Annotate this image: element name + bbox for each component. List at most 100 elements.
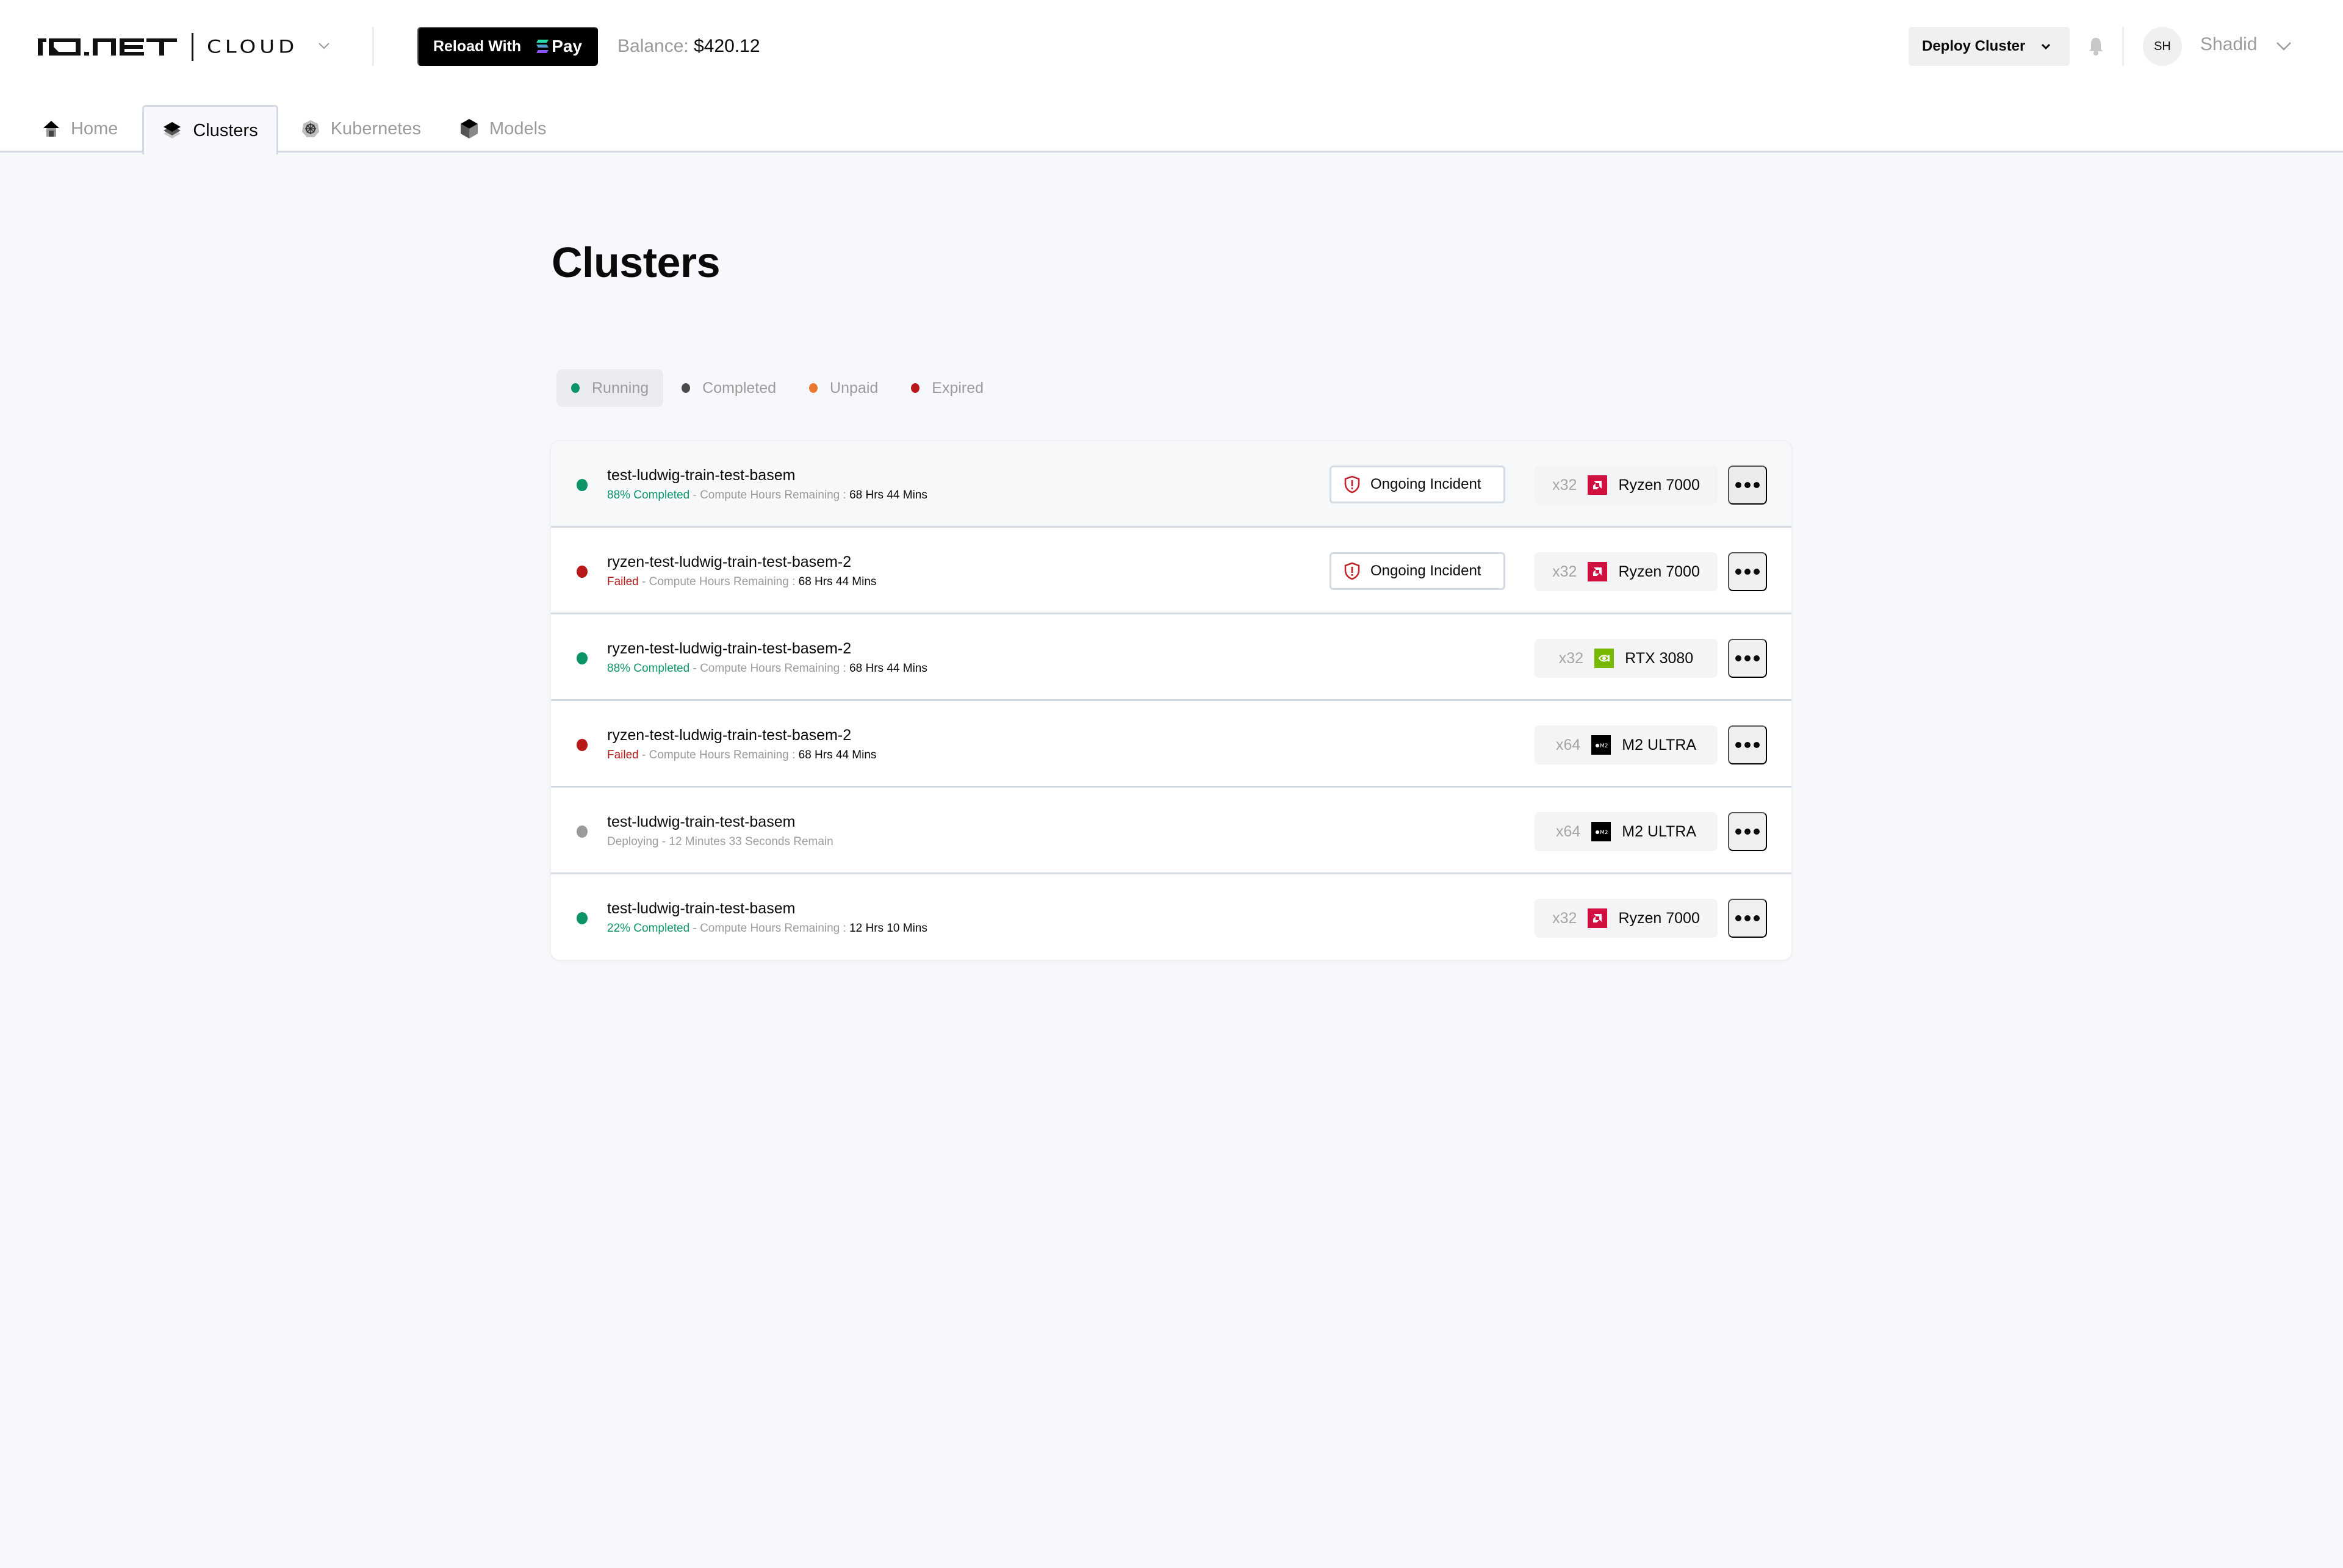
tab-clusters[interactable]: Clusters xyxy=(142,105,278,156)
incident-label: Ongoing Incident xyxy=(1370,563,1481,579)
compute-hours-remaining: 68 Hrs 44 Mins xyxy=(798,575,877,588)
cluster-row[interactable]: test-ludwig-train-test-basem 22% Complet… xyxy=(551,874,1791,960)
tab-home[interactable]: Home xyxy=(38,105,123,153)
deploy-cluster-label: Deploy Cluster xyxy=(1922,38,2026,54)
cluster-row[interactable]: ryzen-test-ludwig-train-test-basem-2 Fai… xyxy=(551,528,1791,614)
more-options-button[interactable] xyxy=(1728,552,1767,591)
more-dot-icon xyxy=(1744,915,1751,921)
more-dot-icon xyxy=(1754,569,1760,575)
cluster-row[interactable]: ryzen-test-ludwig-train-test-basem-2 Fai… xyxy=(551,701,1791,788)
status-dot-icon xyxy=(571,383,580,393)
top-bar: CLOUD Reload With Pay Balance: $420.12 D… xyxy=(0,0,2343,156)
hardware-badge: x64 M2 M2 ULTRA xyxy=(1535,812,1718,851)
amd-logo-icon xyxy=(1588,908,1608,928)
compute-hours-remaining: 68 Hrs 44 Mins xyxy=(849,489,927,502)
nvidia-logo-icon xyxy=(1594,649,1614,668)
tab-kubernetes-label: Kubernetes xyxy=(330,118,422,138)
compute-hours-remaining: 12 Hrs 10 Mins xyxy=(849,922,927,935)
device-count: x32 xyxy=(1552,909,1577,927)
more-options-button[interactable] xyxy=(1728,639,1767,678)
reload-with-pay-button[interactable]: Reload With Pay xyxy=(417,27,598,66)
notifications-bell-icon[interactable] xyxy=(2088,37,2104,59)
apple-logo-icon: M2 xyxy=(1591,822,1611,841)
balance: Balance: $420.12 xyxy=(617,33,760,60)
status-dot-icon xyxy=(577,566,588,578)
more-options-button[interactable] xyxy=(1728,466,1767,505)
hardware-model: Ryzen 7000 xyxy=(1618,476,1700,494)
status-dot-icon xyxy=(809,383,818,393)
cluster-name[interactable]: ryzen-test-ludwig-train-test-basem-2 xyxy=(607,727,851,744)
filter-expired[interactable]: Expired xyxy=(896,369,998,407)
cluster-name[interactable]: test-ludwig-train-test-basem xyxy=(607,467,795,484)
tab-clusters-label: Clusters xyxy=(193,120,258,140)
hardware-badge: x32 Ryzen 7000 xyxy=(1535,899,1718,938)
compute-hours-label: - Compute Hours Remaining : xyxy=(638,749,799,761)
header-divider xyxy=(372,27,374,66)
filter-running[interactable]: Running xyxy=(556,369,664,407)
device-count: x64 xyxy=(1555,822,1581,840)
more-dot-icon xyxy=(1735,742,1741,748)
product-switcher-chevron-icon[interactable] xyxy=(316,38,332,54)
status-dot-icon xyxy=(577,739,588,751)
tab-home-label: Home xyxy=(71,118,118,138)
compute-hours-label: - Compute Hours Remaining : xyxy=(689,662,850,675)
filter-completed[interactable]: Completed xyxy=(667,369,791,407)
cluster-row[interactable]: test-ludwig-train-test-basem Deploying -… xyxy=(551,788,1791,874)
user-menu-chevron-icon[interactable] xyxy=(2275,38,2293,57)
more-dot-icon xyxy=(1735,569,1741,575)
cluster-status-line: Failed - Compute Hours Remaining : 68 Hr… xyxy=(607,749,876,762)
cluster-status-line: 88% Completed - Compute Hours Remaining … xyxy=(607,489,927,502)
layers-icon xyxy=(162,121,182,140)
more-dot-icon xyxy=(1735,915,1741,921)
filter-label: Running xyxy=(592,379,649,397)
deploy-cluster-button[interactable]: Deploy Cluster xyxy=(1909,27,2070,66)
hardware-model: M2 ULTRA xyxy=(1622,822,1697,840)
cluster-status-text: 88% Completed xyxy=(607,489,690,502)
status-dot-icon xyxy=(577,479,588,491)
more-options-button[interactable] xyxy=(1728,899,1767,938)
cluster-name[interactable]: test-ludwig-train-test-basem xyxy=(607,900,795,918)
tab-kubernetes[interactable]: Kubernetes xyxy=(297,105,426,153)
more-options-button[interactable] xyxy=(1728,812,1767,851)
more-dot-icon xyxy=(1735,482,1741,488)
cluster-name[interactable]: ryzen-test-ludwig-train-test-basem-2 xyxy=(607,640,851,658)
cluster-name[interactable]: test-ludwig-train-test-basem xyxy=(607,813,795,831)
user-avatar[interactable]: SH xyxy=(2143,27,2182,66)
cube-icon xyxy=(460,118,478,139)
cluster-status-text: Deploying - 12 Minutes 33 Seconds Remain xyxy=(607,835,833,848)
svg-text:M2: M2 xyxy=(1600,830,1608,836)
product-name: CLOUD xyxy=(207,37,298,57)
hardware-model: Ryzen 7000 xyxy=(1618,563,1700,580)
more-dot-icon xyxy=(1744,742,1751,748)
amd-logo-icon xyxy=(1588,475,1608,495)
cluster-row[interactable]: test-ludwig-train-test-basem 88% Complet… xyxy=(551,441,1791,528)
status-dot-icon xyxy=(577,825,588,838)
incident-label: Ongoing Incident xyxy=(1370,476,1481,492)
user-name[interactable]: Shadid xyxy=(2200,34,2257,55)
logo[interactable]: CLOUD xyxy=(38,32,298,62)
cluster-status-line: Failed - Compute Hours Remaining : 68 Hr… xyxy=(607,575,876,589)
ongoing-incident-button[interactable]: Ongoing Incident xyxy=(1330,552,1505,590)
apple-logo-icon: M2 xyxy=(1591,735,1611,755)
hardware-model: M2 ULTRA xyxy=(1622,736,1697,753)
hardware-model: Ryzen 7000 xyxy=(1618,909,1700,927)
compute-hours-label: - Compute Hours Remaining : xyxy=(689,489,850,502)
cluster-status-line: 88% Completed - Compute Hours Remaining … xyxy=(607,662,927,675)
hardware-badge: x32 Ryzen 7000 xyxy=(1535,466,1718,505)
more-dot-icon xyxy=(1754,742,1760,748)
more-dot-icon xyxy=(1735,829,1741,835)
more-dot-icon xyxy=(1754,482,1760,488)
more-options-button[interactable] xyxy=(1728,725,1767,764)
cluster-name[interactable]: ryzen-test-ludwig-train-test-basem-2 xyxy=(607,553,851,571)
clusters-list: test-ludwig-train-test-basem 88% Complet… xyxy=(551,441,1791,960)
page-title: Clusters xyxy=(552,239,721,286)
cluster-row[interactable]: ryzen-test-ludwig-train-test-basem-2 88%… xyxy=(551,614,1791,701)
filter-unpaid[interactable]: Unpaid xyxy=(794,369,893,407)
status-dot-icon xyxy=(577,912,588,924)
status-dot-icon xyxy=(682,383,691,393)
hardware-badge: x32 RTX 3080 xyxy=(1535,639,1718,678)
cluster-status-line: Deploying - 12 Minutes 33 Seconds Remain xyxy=(607,835,833,849)
home-icon xyxy=(43,120,60,138)
ongoing-incident-button[interactable]: Ongoing Incident xyxy=(1330,466,1505,503)
tab-models[interactable]: Models xyxy=(455,105,552,153)
